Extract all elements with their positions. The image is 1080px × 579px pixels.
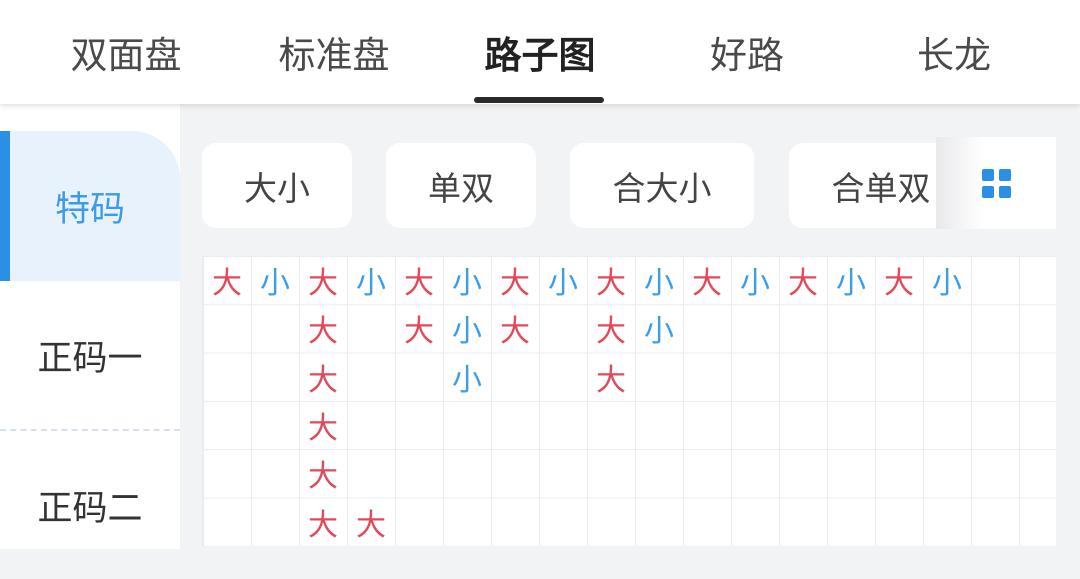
sidebar-item-special-code[interactable]: 特码 [0, 131, 180, 281]
road-cell: 小 [644, 314, 674, 350]
sidebar-active-accent [0, 131, 10, 281]
road-cell: 小 [452, 362, 482, 398]
filter-sum-big-small[interactable]: 合大小 [570, 143, 754, 228]
road-cell: 小 [452, 314, 482, 350]
road-cell: 大 [356, 507, 386, 543]
road-cell: 大 [404, 266, 434, 301]
road-cell: 大 [308, 314, 338, 350]
active-tab-indicator [474, 97, 604, 103]
sidebar-divider [0, 429, 180, 431]
top-tab-bar: 双面盘 标准盘 路子图 好路 长龙 [0, 0, 1080, 104]
road-cell: 小 [932, 266, 962, 301]
road-cell: 大 [596, 266, 626, 301]
tab-good-road[interactable]: 好路 [641, 0, 853, 104]
road-cell: 大 [212, 266, 242, 301]
road-cell: 小 [452, 266, 482, 301]
road-cell: 大 [500, 266, 530, 301]
road-cell: 大 [596, 362, 626, 398]
road-cell: 小 [644, 266, 674, 301]
road-cell: 大 [596, 314, 626, 350]
road-cell: 小 [260, 266, 290, 301]
road-cell: 小 [740, 266, 770, 301]
road-cell: 大 [692, 266, 722, 301]
filter-big-small[interactable]: 大小 [202, 143, 352, 228]
road-cell: 小 [548, 266, 578, 301]
grid-icon [981, 168, 1011, 198]
sidebar-item-regular-code-1[interactable]: 正码一 [0, 281, 180, 429]
road-cell: 大 [308, 362, 338, 398]
road-cell: 大 [308, 266, 338, 301]
road-cell: 大 [884, 266, 914, 301]
road-cell: 小 [836, 266, 866, 301]
tab-long-dragon[interactable]: 长龙 [848, 0, 1060, 104]
road-cell: 大 [404, 314, 434, 350]
sidebar-item-regular-code-2[interactable]: 正码二 [0, 431, 180, 579]
road-cell: 大 [500, 314, 530, 350]
road-cell: 大 [308, 410, 338, 446]
road-cell: 大 [308, 459, 338, 495]
tab-double-side[interactable]: 双面盘 [20, 0, 232, 104]
tab-road-chart[interactable]: 路子图 [434, 0, 646, 104]
layout-toggle-button[interactable] [936, 137, 1056, 229]
road-cell: 大 [788, 266, 818, 301]
tab-standard[interactable]: 标准盘 [228, 0, 440, 104]
filter-odd-even[interactable]: 单双 [386, 143, 536, 228]
road-cell: 小 [356, 266, 386, 301]
road-chart-board: 大小大大大大大大小大大大小小小大大小大大大小小大小大小大小 [202, 256, 1056, 546]
sidebar: 特码 正码一 正码二 [0, 104, 180, 549]
road-cell: 大 [308, 507, 338, 543]
